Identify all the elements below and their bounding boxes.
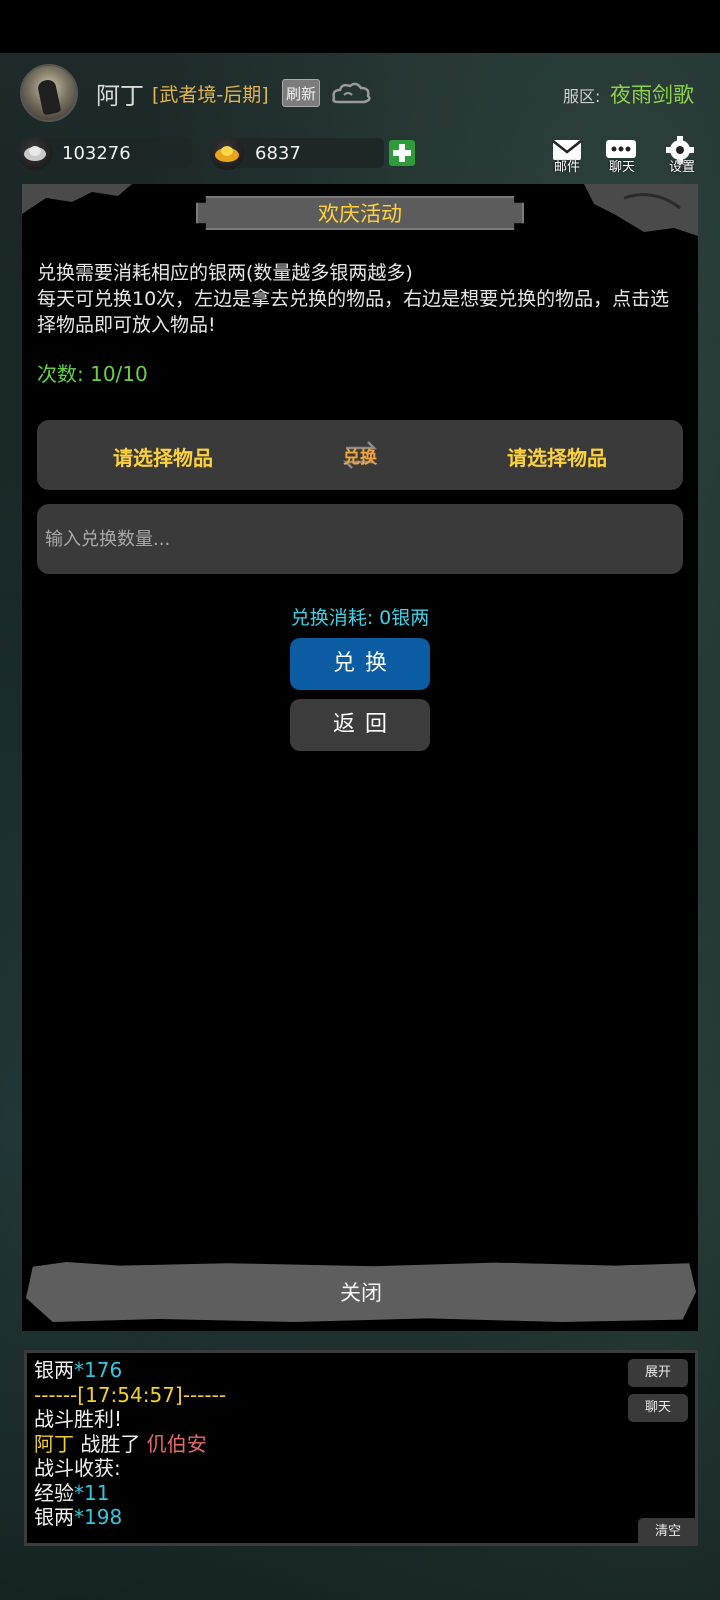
silver-value: 103276: [62, 143, 131, 164]
log-line: 阿丁 战胜了 仉伯安: [34, 1432, 207, 1456]
status-bar: [0, 0, 720, 53]
log-line-segment: 仉伯安: [146, 1431, 207, 1456]
log-line: 银两*198: [34, 1505, 122, 1529]
log-line-segment: ------[17:54:57]------: [34, 1382, 227, 1407]
log-line-segment: *11: [74, 1480, 110, 1505]
log-line: 战斗收获:: [34, 1456, 121, 1480]
log-line-segment: *176: [74, 1358, 123, 1382]
log-line: ------[17:54:57]------: [34, 1383, 226, 1407]
log-chat-button[interactable]: 聊天: [628, 1394, 688, 1422]
exchange-description: 兑换需要消耗相应的银两(数量越多银两越多) 每天可兑换10次，左边是拿去兑换的物…: [37, 262, 670, 336]
log-line: 战斗胜利!: [34, 1407, 122, 1431]
gold-value: 6837: [255, 143, 301, 164]
server-label: 服区:: [563, 87, 601, 106]
log-line-segment: *198: [74, 1505, 123, 1529]
cloud-icon: [332, 82, 371, 104]
log-line-segment: 战胜了: [74, 1431, 147, 1456]
mail-label: 邮件: [553, 160, 580, 175]
player-avatar[interactable]: [20, 64, 78, 122]
select-give-item[interactable]: 请选择物品: [63, 442, 263, 471]
quantity-input[interactable]: [37, 504, 683, 574]
swap-label[interactable]: 兑换: [338, 443, 382, 468]
event-modal: [22, 184, 698, 1331]
brush-decoration-left: [22, 184, 132, 214]
refresh-button[interactable]: 刷新: [282, 79, 320, 107]
log-line-segment: 阿丁: [34, 1431, 74, 1456]
modal-title: 欢庆活动: [318, 202, 402, 226]
silver-coin-icon: [18, 136, 52, 170]
chat-label: 聊天: [608, 160, 635, 175]
log-line-segment: 战斗胜利!: [34, 1407, 123, 1431]
log-line: 经验*11: [34, 1481, 109, 1505]
brush-decoration-right: [584, 184, 698, 236]
exchange-cost: 兑换消耗: 0银两: [290, 607, 430, 629]
player-realm: [武者境-后期]: [152, 84, 269, 106]
gold-ingot-icon: [210, 136, 244, 170]
select-receive-item[interactable]: 请选择物品: [457, 442, 657, 471]
log-line-segment: 银两: [34, 1505, 74, 1529]
add-currency-button[interactable]: [389, 140, 415, 166]
log-line-segment: 战斗收获:: [34, 1456, 121, 1480]
close-label[interactable]: 关闭: [26, 1277, 696, 1307]
player-name: 阿丁: [96, 82, 144, 110]
settings-label: 设置: [668, 160, 695, 175]
log-line: 银两*176: [34, 1358, 122, 1382]
log-line-segment: 银两: [34, 1358, 74, 1382]
exchange-count: 次数: 10/10: [37, 362, 148, 386]
log-line-segment: 经验: [34, 1480, 74, 1505]
exchange-button[interactable]: 兑换: [290, 638, 430, 690]
clear-log-button[interactable]: 清空: [638, 1518, 698, 1546]
back-button[interactable]: 返回: [290, 699, 430, 751]
expand-log-button[interactable]: 展开: [628, 1359, 688, 1387]
server-name: 夜雨剑歌: [610, 83, 694, 107]
